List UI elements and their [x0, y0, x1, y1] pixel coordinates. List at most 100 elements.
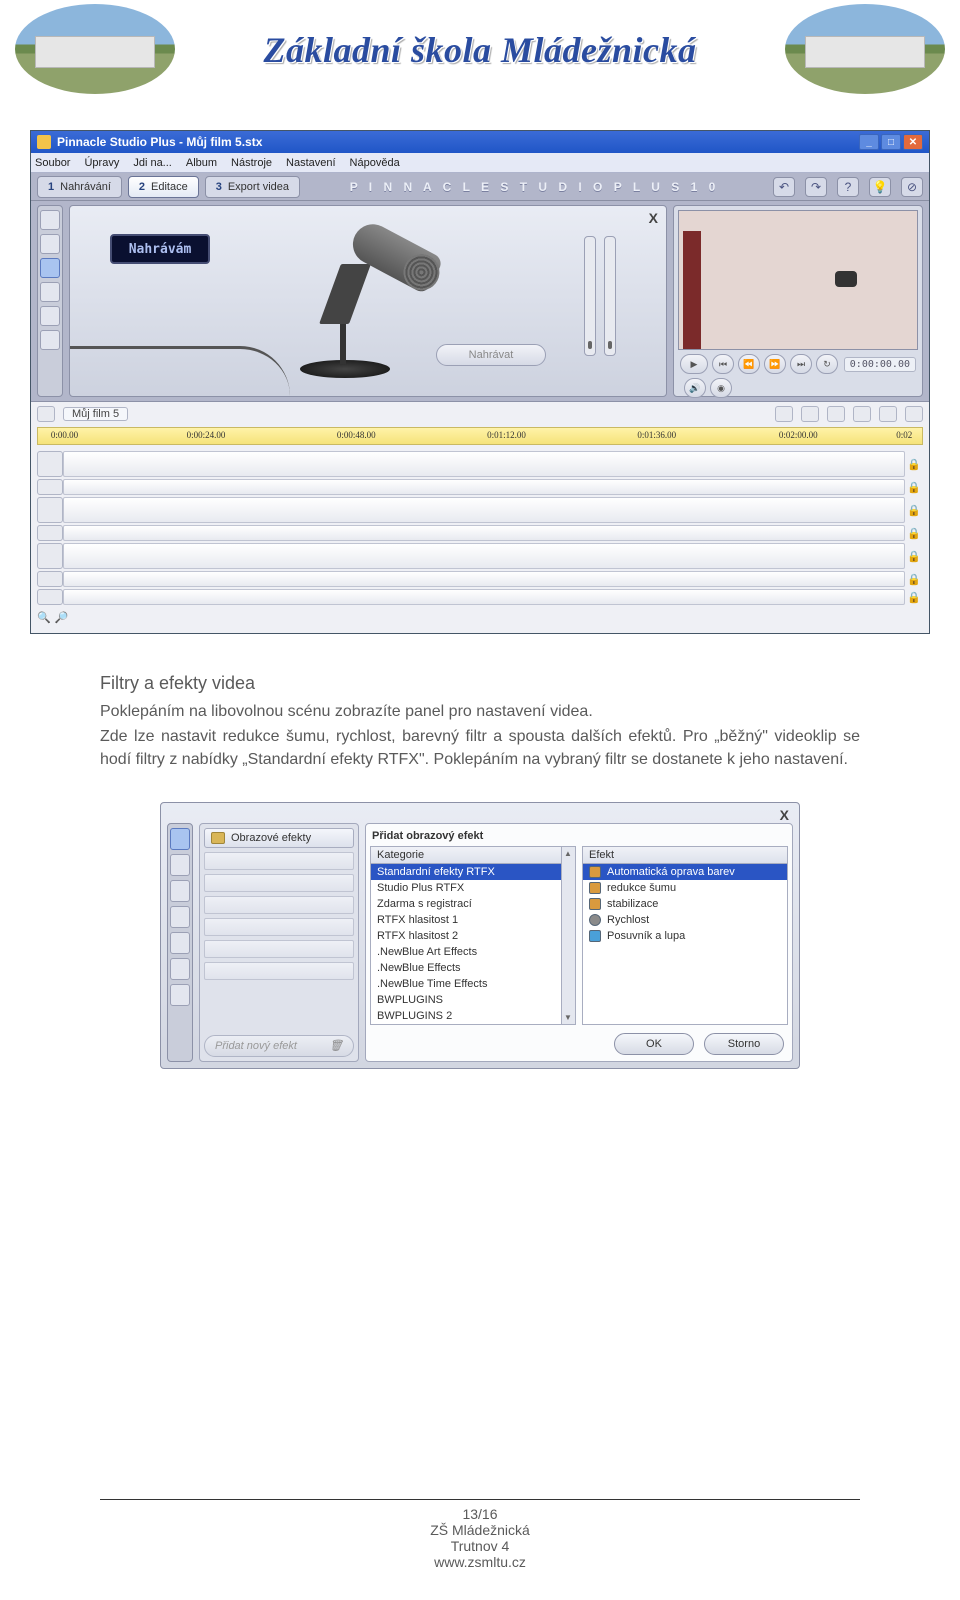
applied-effect-slot[interactable] — [204, 896, 354, 914]
fx-tool-grab-icon[interactable] — [170, 880, 190, 902]
category-item[interactable]: .NewBlue Effects — [371, 960, 561, 976]
panel-close-icon[interactable]: X — [780, 807, 789, 823]
blade-icon[interactable] — [801, 406, 819, 422]
track-row[interactable] — [63, 589, 905, 605]
track-row[interactable] — [63, 543, 905, 569]
lock-icon[interactable]: 🔒 — [907, 543, 921, 569]
fx-tool-speed-icon[interactable] — [170, 906, 190, 928]
zoom-out-icon[interactable]: 🔍 — [37, 611, 51, 624]
track-row[interactable] — [63, 479, 905, 495]
applied-effect-slot[interactable] — [204, 918, 354, 936]
track-row[interactable] — [63, 571, 905, 587]
lock-icon[interactable]: 🔒 — [907, 497, 921, 523]
ok-button[interactable]: OK — [614, 1033, 694, 1055]
tool-settings-icon[interactable] — [40, 330, 60, 350]
menu-napoveda[interactable]: Nápověda — [350, 157, 400, 169]
fx-tool-wand-icon[interactable] — [170, 984, 190, 1006]
track-title-icon[interactable] — [37, 543, 63, 569]
record-button[interactable]: Nahrávat — [436, 344, 546, 366]
track-overlay-icon[interactable] — [37, 497, 63, 523]
panel-close-icon[interactable]: X — [649, 210, 658, 226]
category-item[interactable]: Zdarma s registrací — [371, 896, 561, 912]
fx-tool-text-icon[interactable] — [170, 854, 190, 876]
help-icon[interactable]: ? — [837, 177, 859, 197]
category-item[interactable]: Standardní efekty RTFX — [371, 864, 561, 880]
menu-nastroje[interactable]: Nástroje — [231, 157, 272, 169]
track-row[interactable] — [63, 451, 905, 477]
effect-item[interactable]: Automatická oprava barev — [583, 864, 787, 880]
fx-tool-camera-icon[interactable] — [170, 932, 190, 954]
rewind-button[interactable]: ⏪ — [738, 354, 760, 374]
fx-tool-strip-icon[interactable] — [170, 958, 190, 980]
redo-icon[interactable]: ↷ — [805, 177, 827, 197]
timeline-razor-icon[interactable] — [37, 406, 55, 422]
lock-icon[interactable]: 🔒 — [907, 589, 921, 605]
vu-slider[interactable] — [584, 236, 596, 356]
tab-edit[interactable]: 2 Editace — [128, 176, 199, 198]
track-video-icon[interactable] — [37, 451, 63, 477]
category-item[interactable]: .NewBlue Art Effects — [371, 944, 561, 960]
tip-icon[interactable]: 💡 — [869, 177, 891, 197]
menu-jdina[interactable]: Jdi na... — [133, 157, 172, 169]
goto-end-button[interactable]: ⏭ — [790, 354, 812, 374]
track-row[interactable] — [63, 497, 905, 523]
effect-item[interactable]: Rychlost — [583, 912, 787, 928]
tool-scissors-icon[interactable] — [40, 210, 60, 230]
play-button[interactable]: ▶ — [680, 354, 708, 374]
minimize-button[interactable]: _ — [859, 134, 879, 150]
lock-icon[interactable]: 🔒 — [907, 451, 921, 477]
category-item[interactable]: BWPLUGINS — [371, 992, 561, 1008]
menu-upravy[interactable]: Úpravy — [84, 157, 119, 169]
forward-button[interactable]: ⏩ — [764, 354, 786, 374]
lock-icon[interactable]: 🔒 — [907, 571, 921, 587]
category-item[interactable]: RTFX hlasitost 1 — [371, 912, 561, 928]
applied-effect-slot[interactable] — [204, 940, 354, 958]
timeline-ruler[interactable]: 0:00.00 0:00:24.00 0:00:48.00 0:01:12.00… — [37, 427, 923, 445]
dvd-icon[interactable]: ◉ — [710, 378, 732, 398]
maximize-button[interactable]: □ — [881, 134, 901, 150]
goto-start-button[interactable]: ⏮ — [712, 354, 734, 374]
cancel-button[interactable]: Storno — [704, 1033, 784, 1055]
effects-folder[interactable]: Obrazové efekty — [204, 828, 354, 848]
track-video-audio-icon[interactable] — [37, 479, 63, 495]
volume-icon[interactable]: 🔊 — [684, 378, 706, 398]
effect-item[interactable]: Posuvník a lupa — [583, 928, 787, 944]
add-effect-button[interactable]: Přidat nový efekt 🗑 — [204, 1035, 354, 1057]
tool-disc-icon[interactable] — [40, 282, 60, 302]
category-item[interactable]: RTFX hlasitost 2 — [371, 928, 561, 944]
list-view-icon[interactable] — [905, 406, 923, 422]
effect-item[interactable]: redukce šumu — [583, 880, 787, 896]
menu-album[interactable]: Album — [186, 157, 217, 169]
storyboard-icon[interactable] — [853, 406, 871, 422]
category-item[interactable]: BWPLUGINS 2 — [371, 1008, 561, 1024]
tab-capture[interactable]: 1 Nahrávání — [37, 176, 122, 198]
applied-effect-slot[interactable] — [204, 852, 354, 870]
zoom-in-icon[interactable]: 🔎 — [55, 611, 69, 624]
marker-icon[interactable] — [775, 406, 793, 422]
menu-nastaveni[interactable]: Nastavení — [286, 157, 336, 169]
trash-icon[interactable] — [827, 406, 845, 422]
loop-button[interactable]: ↻ — [816, 354, 838, 374]
applied-effect-slot[interactable] — [204, 962, 354, 980]
tool-music-icon[interactable] — [40, 306, 60, 326]
lock-icon[interactable]: 🔒 — [907, 479, 921, 495]
track-voice-icon[interactable] — [37, 571, 63, 587]
track-overlay-audio-icon[interactable] — [37, 525, 63, 541]
category-item[interactable]: Studio Plus RTFX — [371, 880, 561, 896]
applied-effect-slot[interactable] — [204, 874, 354, 892]
tab-export[interactable]: 3 Export videa — [205, 176, 300, 198]
close-button[interactable]: ✕ — [903, 134, 923, 150]
premium-icon[interactable]: ⊘ — [901, 177, 923, 197]
category-scrollbar[interactable] — [562, 846, 576, 1025]
effect-item[interactable]: stabilizace — [583, 896, 787, 912]
menu-soubor[interactable]: Soubor — [35, 157, 70, 169]
undo-icon[interactable]: ↶ — [773, 177, 795, 197]
track-music-icon[interactable] — [37, 589, 63, 605]
lock-icon[interactable]: 🔒 — [907, 525, 921, 541]
track-row[interactable] — [63, 525, 905, 541]
timeline-view-icon[interactable] — [879, 406, 897, 422]
category-item[interactable]: .NewBlue Time Effects — [371, 976, 561, 992]
fx-tool-scissors-icon[interactable] — [170, 828, 190, 850]
tool-mute-icon[interactable] — [40, 234, 60, 254]
tool-mic-icon[interactable] — [40, 258, 60, 278]
